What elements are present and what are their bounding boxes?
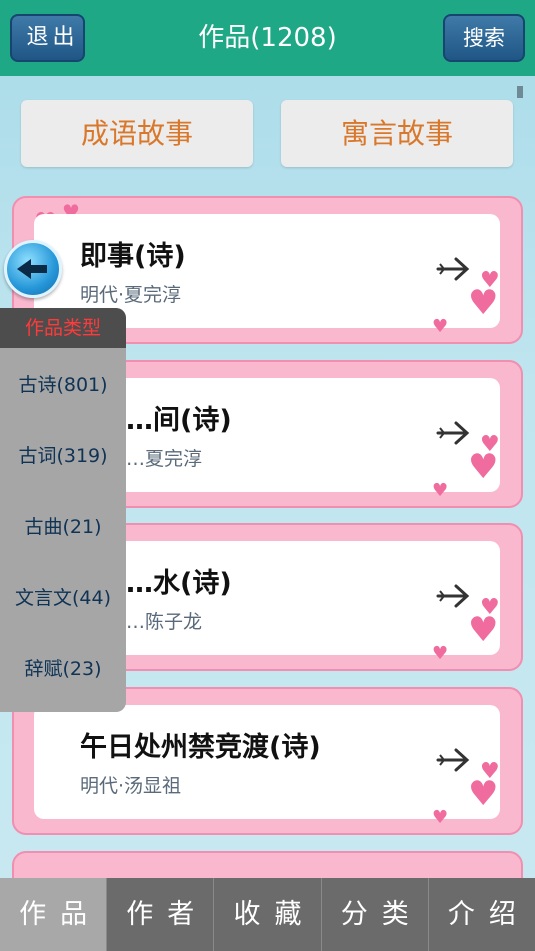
exit-button[interactable]: 退出 bbox=[10, 14, 85, 62]
arrow-right-icon bbox=[436, 584, 470, 608]
work-title: …间(诗) bbox=[126, 405, 232, 436]
work-type-item-ci[interactable]: 古词(319) bbox=[0, 436, 126, 476]
list-item[interactable] bbox=[12, 851, 523, 881]
work-title: …水(诗) bbox=[126, 568, 232, 599]
work-type-panel-header: 作品类型 bbox=[0, 308, 126, 348]
work-author: 明代·汤显祖 bbox=[80, 775, 182, 797]
work-type-item-wenyan[interactable]: 文言文(44) bbox=[0, 578, 126, 618]
heart-icon: ♥ bbox=[468, 774, 499, 814]
scroll-indicator bbox=[517, 86, 523, 98]
heart-icon: ♥ bbox=[468, 447, 499, 487]
heart-icon: ♥ bbox=[432, 807, 449, 828]
work-type-item-cifu[interactable]: 辞赋(23) bbox=[0, 649, 126, 689]
work-type-item-shi[interactable]: 古诗(801) bbox=[0, 365, 126, 405]
arrow-right-icon bbox=[436, 421, 470, 445]
card-content: 午日处州禁竞渡(诗) 明代·汤显祖 bbox=[34, 705, 500, 819]
page-title: 作品(1208) bbox=[198, 23, 337, 53]
tab-favorites[interactable]: 收藏 bbox=[213, 878, 320, 951]
collapse-panel-button[interactable] bbox=[4, 240, 62, 298]
back-arrow-icon bbox=[17, 259, 47, 279]
work-title: 即事(诗) bbox=[80, 241, 186, 272]
tab-categories[interactable]: 分类 bbox=[320, 878, 428, 951]
work-author: 明代·夏完淳 bbox=[80, 284, 182, 306]
category-fable-stories-button[interactable]: 寓言故事 bbox=[281, 100, 513, 167]
tab-works[interactable]: 作品 bbox=[0, 878, 107, 951]
category-idiom-stories-button[interactable]: 成语故事 bbox=[21, 100, 253, 167]
work-type-item-qu[interactable]: 古曲(21) bbox=[0, 507, 126, 547]
bottom-nav: 作品 作者 收藏 分类 介绍 bbox=[0, 878, 535, 951]
heart-icon: ♥ bbox=[432, 643, 449, 664]
heart-icon: ♥ bbox=[432, 316, 449, 337]
search-button[interactable]: 搜索 bbox=[443, 14, 525, 62]
arrow-right-icon bbox=[436, 748, 470, 772]
tab-authors[interactable]: 作者 bbox=[106, 878, 213, 951]
heart-icon: ♥ bbox=[432, 480, 449, 501]
work-title: 午日处州禁竞渡(诗) bbox=[80, 732, 321, 763]
heart-icon: ♥ bbox=[468, 283, 499, 323]
tab-about[interactable]: 介绍 bbox=[427, 878, 535, 951]
work-type-panel: 作品类型 古诗(801) 古词(319) 古曲(21) 文言文(44) 辞赋(2… bbox=[0, 308, 126, 712]
arrow-right-icon bbox=[436, 257, 470, 281]
top-bar: 退出 作品(1208) 搜索 bbox=[0, 0, 535, 76]
work-author: …陈子龙 bbox=[126, 611, 203, 633]
heart-icon: ♥ bbox=[468, 610, 499, 650]
work-author: …夏完淳 bbox=[126, 448, 203, 470]
